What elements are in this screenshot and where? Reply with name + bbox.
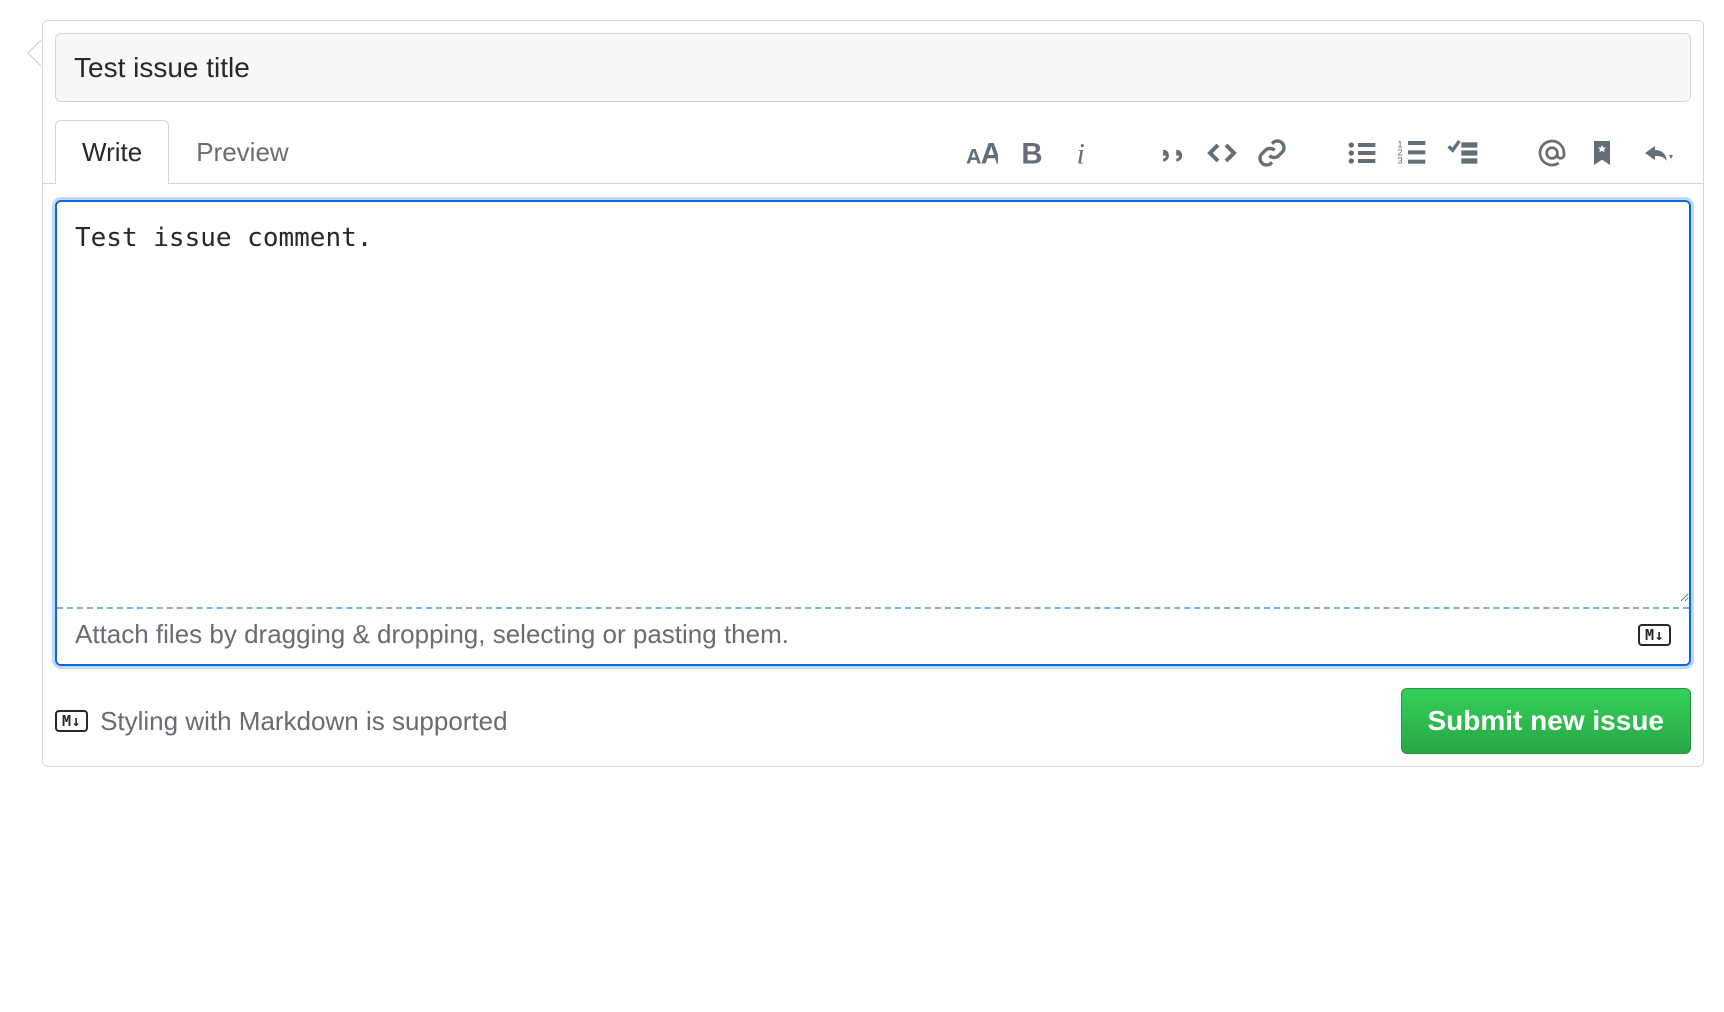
unordered-list-icon	[1346, 137, 1378, 169]
issue-title-input[interactable]	[55, 33, 1691, 102]
markdown-badge-icon: M↓	[55, 710, 88, 732]
code-button[interactable]	[1197, 133, 1247, 173]
ordered-list-button[interactable]: 1 2 3	[1387, 133, 1437, 173]
svg-text:3: 3	[1397, 156, 1402, 166]
heading-button[interactable]: A A	[957, 133, 1007, 173]
quote-button[interactable]	[1147, 133, 1197, 173]
italic-icon: i	[1066, 137, 1098, 169]
form-footer: M↓ Styling with Markdown is supported Su…	[55, 688, 1691, 754]
issue-comment-textarea[interactable]	[57, 202, 1689, 602]
markdown-help-text: Styling with Markdown is supported	[100, 706, 508, 737]
italic-button[interactable]: i	[1057, 133, 1107, 173]
reply-button[interactable]	[1627, 133, 1691, 173]
task-list-button[interactable]	[1437, 133, 1487, 173]
tab-write[interactable]: Write	[55, 120, 169, 184]
tabs: Write Preview	[55, 120, 316, 184]
attachment-hint-bar[interactable]: Attach files by dragging & dropping, sel…	[57, 609, 1689, 664]
quote-icon	[1156, 137, 1188, 169]
formatting-toolbar: A A B i	[957, 133, 1691, 183]
task-list-icon	[1446, 137, 1478, 169]
mention-button[interactable]	[1527, 133, 1577, 173]
heading-icon: A A	[966, 137, 998, 169]
bold-button[interactable]: B	[1007, 133, 1057, 173]
bold-icon: B	[1016, 137, 1048, 169]
markdown-badge-icon: M↓	[1638, 624, 1671, 646]
unordered-list-button[interactable]	[1337, 133, 1387, 173]
submit-new-issue-button[interactable]: Submit new issue	[1401, 688, 1692, 754]
mention-icon	[1536, 137, 1568, 169]
ordered-list-icon: 1 2 3	[1396, 137, 1428, 169]
svg-text:i: i	[1077, 139, 1085, 169]
tab-toolbar: Write Preview A A B i	[43, 120, 1703, 184]
comment-box: Attach files by dragging & dropping, sel…	[55, 200, 1691, 666]
svg-text:A: A	[981, 138, 998, 169]
svg-text:A: A	[966, 145, 981, 169]
link-icon	[1256, 137, 1288, 169]
attachment-hint-text: Attach files by dragging & dropping, sel…	[75, 619, 789, 650]
saved-reply-button[interactable]	[1577, 133, 1627, 173]
bookmark-icon	[1586, 137, 1618, 169]
markdown-help-link[interactable]: M↓ Styling with Markdown is supported	[55, 706, 508, 737]
issue-form: Write Preview A A B i	[42, 20, 1704, 767]
svg-text:B: B	[1021, 138, 1042, 169]
reply-icon	[1643, 137, 1675, 169]
tab-preview[interactable]: Preview	[169, 120, 315, 184]
code-icon	[1206, 137, 1238, 169]
link-button[interactable]	[1247, 133, 1297, 173]
